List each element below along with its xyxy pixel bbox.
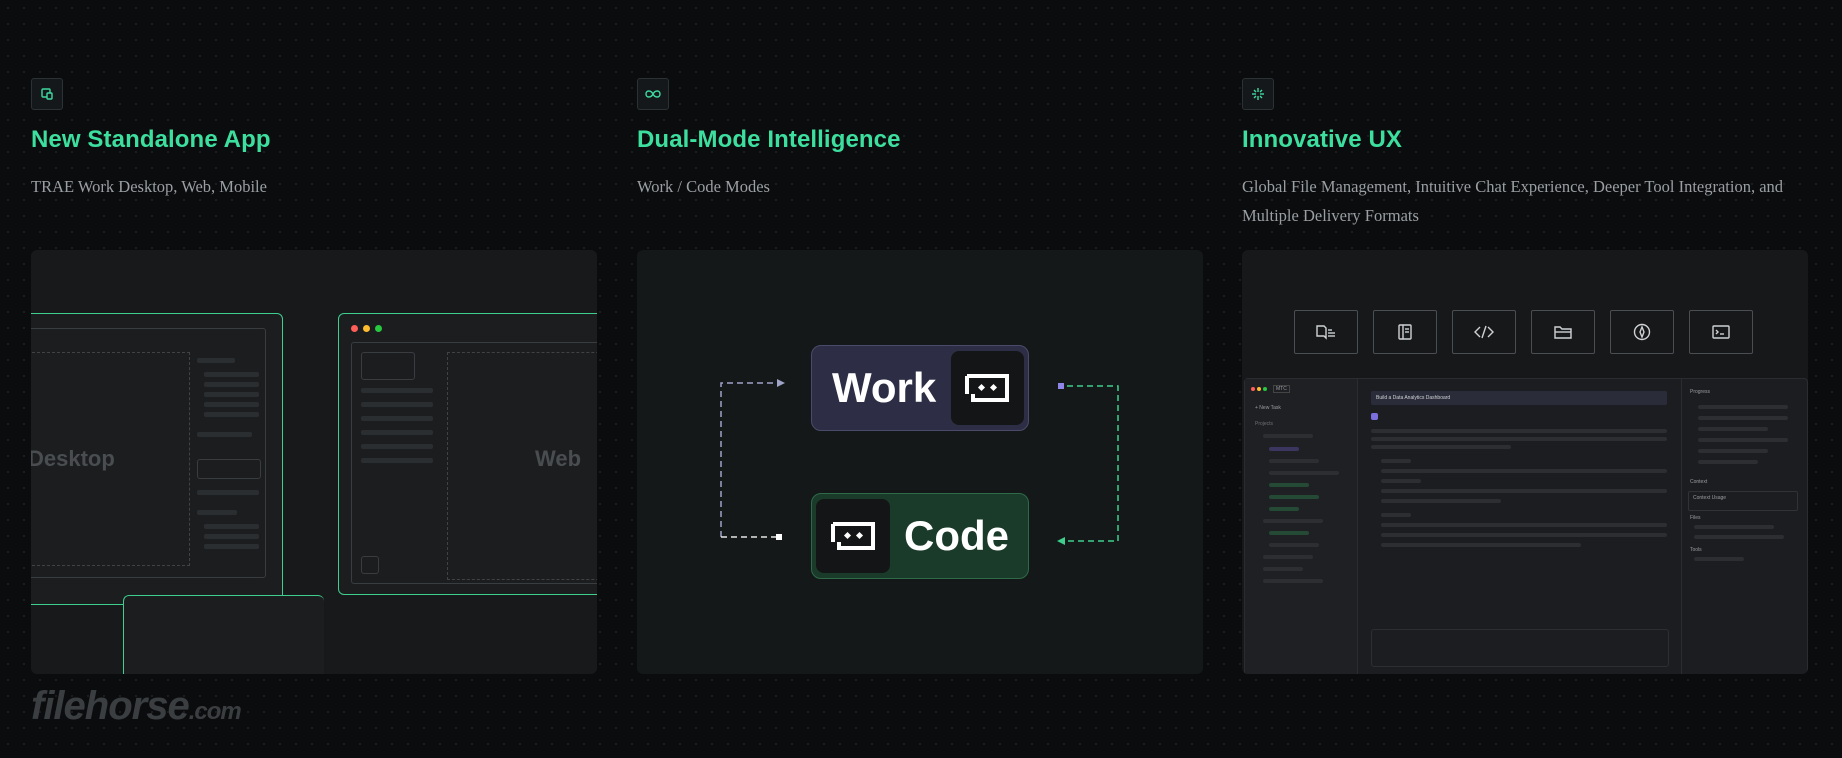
preview-input [1371, 629, 1669, 667]
watermark-suffix: .com [188, 698, 242, 725]
trae-logo-icon [816, 499, 890, 573]
mode-switch-arrows [720, 379, 1119, 545]
feature-title: Dual-Mode Intelligence [637, 126, 901, 153]
trae-logo-icon [950, 351, 1024, 425]
compass-icon[interactable] [1610, 310, 1674, 354]
standalone-app-illustration: Desktop Web [31, 250, 597, 674]
preview-files: Files [1690, 515, 1701, 521]
code-icon[interactable] [1452, 310, 1516, 354]
feature-standalone-app: New Standalone App TRAE Work Desktop, We… [31, 78, 597, 201]
device-icon [31, 78, 63, 110]
code-mode-toggle[interactable]: Code [811, 493, 1029, 579]
app-preview: MTC + New Task Projects Build a Data Ana… [1244, 378, 1808, 674]
feature-title: New Standalone App [31, 126, 271, 153]
watermark-brand: filehorse [31, 684, 190, 728]
feature-description: Global File Management, Intuitive Chat E… [1242, 177, 1784, 225]
preview-projects: Projects [1255, 421, 1274, 427]
code-mode-label: Code [904, 512, 1009, 559]
desktop-window: Desktop [31, 313, 283, 605]
mobile-window [123, 595, 324, 674]
desktop-label: Desktop [31, 446, 115, 471]
preview-prompt-bar: Build a Data Analytics Dashboard [1371, 391, 1667, 405]
web-label: Web [535, 446, 582, 471]
preview-context-usage: Context Usage [1693, 495, 1727, 501]
feature-title: Innovative UX [1242, 126, 1403, 153]
infinity-icon [637, 78, 669, 110]
sparkle-icon [1242, 78, 1274, 110]
watermark-logo: filehorse.com [31, 684, 242, 729]
preview-prompt: Build a Data Analytics Dashboard [1376, 395, 1451, 401]
feature-description: Work / Code Modes [637, 177, 770, 196]
terminal-icon[interactable] [1689, 310, 1753, 354]
work-mode-toggle[interactable]: Work [811, 345, 1029, 431]
feature-innovative-ux: Innovative UX Global File Management, In… [1242, 78, 1808, 230]
dual-mode-illustration: Work Code [637, 250, 1203, 674]
web-window: Web [338, 313, 597, 595]
folder-icon[interactable] [1531, 310, 1595, 354]
document-icon[interactable] [1373, 310, 1437, 354]
preview-context: Context [1690, 479, 1708, 485]
innovative-ux-illustration: MTC + New Task Projects Build a Data Ana… [1242, 250, 1808, 674]
book-icon[interactable] [1294, 310, 1358, 354]
feature-description: TRAE Work Desktop, Web, Mobile [31, 177, 267, 196]
preview-sidebar: MTC + New Task Projects [1245, 379, 1358, 674]
preview-right-panel: Progress Context Context Usage Files Too… [1681, 379, 1808, 674]
preview-progress: Progress [1690, 389, 1711, 395]
preview-new-task: + New Task [1255, 405, 1281, 411]
work-mode-label: Work [832, 364, 937, 411]
preview-tools: Tools [1690, 547, 1702, 553]
preview-tab: MTC [1273, 385, 1290, 393]
feature-dual-mode: Dual-Mode Intelligence Work / Code Modes [637, 78, 1203, 201]
